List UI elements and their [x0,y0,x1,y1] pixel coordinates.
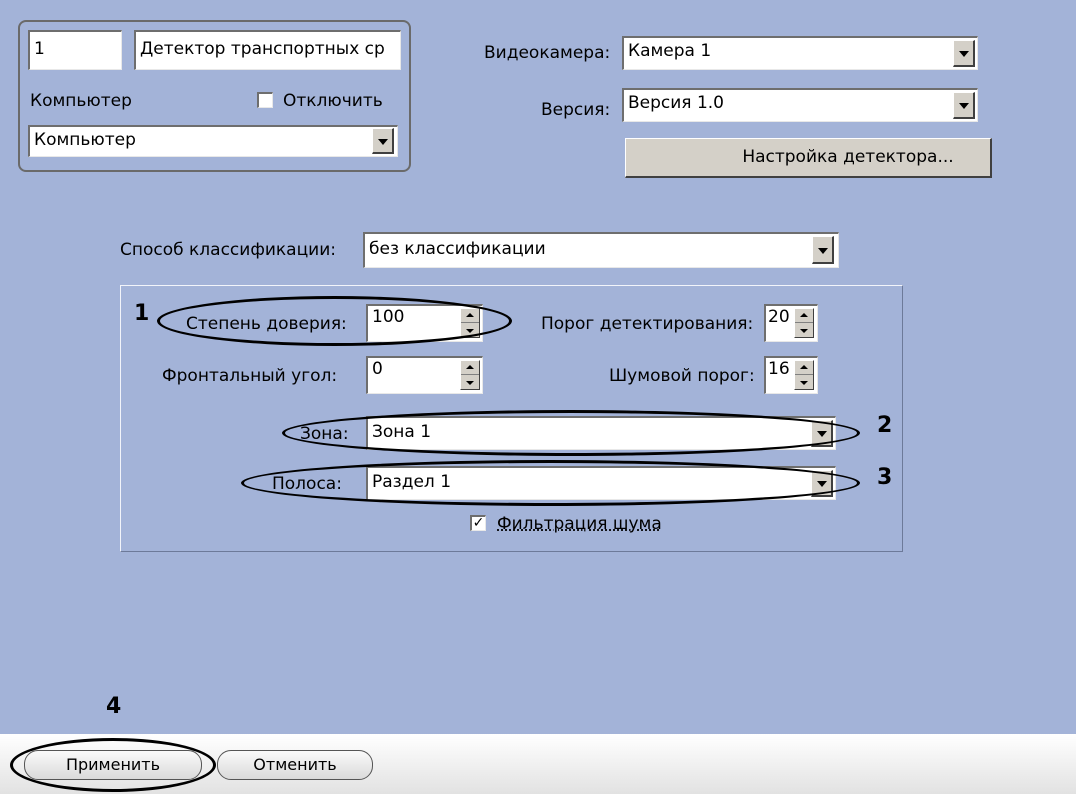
checkmark-icon: ✓ [472,515,485,531]
noise-filter-label: Фильтрация шума [497,514,662,534]
callout-ellipse-apply [10,738,216,792]
callout-number-1: 1 [134,301,150,326]
callout-number-3: 3 [877,465,893,490]
spin-down-icon[interactable] [795,323,813,337]
spin-down-icon[interactable] [795,375,813,389]
classification-select[interactable]: без классификации [363,232,839,268]
spin-up-icon[interactable] [461,361,479,375]
cancel-button[interactable]: Отменить [217,750,373,780]
computer-select[interactable]: Компьютер [28,125,398,157]
camera-dropdown-button[interactable] [953,40,975,67]
callout-ellipse-zone [282,410,860,456]
version-select[interactable]: Версия 1.0 [622,88,978,122]
detector-setup-button[interactable]: Настройка детектора... [625,138,992,178]
computer-label: Компьютер [30,91,132,111]
object-id-field[interactable]: 1 [28,30,122,70]
computer-dropdown-button[interactable] [372,128,394,154]
noise-filter-checkbox[interactable]: ✓ [470,515,486,531]
camera-label: Видеокамера: [484,43,611,63]
noise-threshold-label: Шумовой порог: [609,366,755,386]
noise-threshold-spinner[interactable] [794,360,814,390]
version-dropdown-button[interactable] [953,92,975,119]
classification-label: Способ классификации: [120,240,336,260]
spin-up-icon[interactable] [795,361,813,375]
callout-ellipse-trust [157,296,512,346]
frontal-angle-spinner[interactable] [460,360,480,390]
frontal-angle-label: Фронтальный угол: [162,366,338,386]
spin-down-icon[interactable] [461,375,479,389]
footer-bar: Применить Отменить [0,734,1076,794]
callout-ellipse-lane [241,460,860,506]
detect-threshold-label: Порог детектирования: [541,314,754,334]
spin-up-icon[interactable] [795,309,813,323]
callout-number-2: 2 [877,413,893,438]
classification-dropdown-button[interactable] [812,236,834,264]
camera-select[interactable]: Камера 1 [622,36,978,70]
version-label: Версия: [541,100,611,120]
detect-threshold-spinner[interactable] [794,308,814,338]
disable-label: Отключить [283,91,383,111]
settings-panel: 1 Детектор транспортных ср Компьютер Отк… [0,0,1076,734]
object-name-field[interactable]: Детектор транспортных ср [134,30,401,70]
callout-number-4: 4 [106,694,122,719]
disable-checkbox[interactable] [257,92,273,108]
